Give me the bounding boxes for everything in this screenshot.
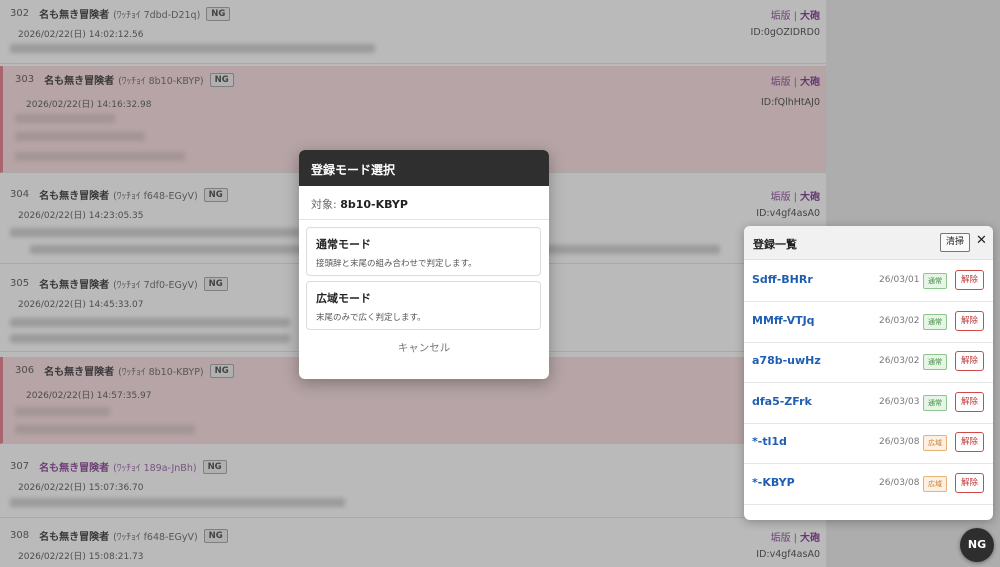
normal-mode-button[interactable]: 通常モード 接頭辞と末尾の組み合わせで判定します。	[306, 227, 541, 276]
entry-code[interactable]: Sdff-BHRr	[752, 273, 813, 286]
entry-date: 26/03/01	[879, 275, 920, 285]
wide-mode-title: 広域モード	[316, 292, 371, 305]
entry-code[interactable]: dfa5-ZFrk	[752, 395, 812, 408]
dialog-title: 登録モード選択	[299, 150, 549, 186]
registry-entry: *-tl1d 26/03/08 広域 解除	[744, 423, 993, 465]
entry-mode-badge: 通常	[923, 394, 947, 411]
remove-button[interactable]: 解除	[955, 432, 984, 453]
entry-code[interactable]: a78b-uwHz	[752, 354, 821, 367]
close-icon[interactable]: ✕	[976, 234, 987, 248]
registry-entry: MMff-VTJq 26/03/02 通常 解除	[744, 302, 993, 343]
entry-date: 26/03/02	[879, 315, 920, 326]
entry-code[interactable]: *-tl1d	[752, 435, 787, 448]
dialog-target: 対象: 8b10-KBYP	[299, 186, 549, 220]
entry-code[interactable]: *-KBYP	[752, 476, 795, 489]
entry-date: 26/03/03	[879, 396, 920, 407]
registry-panel: 登録一覧 清掃 ✕ Sdff-BHRr 26/03/01 通常 解除 MMff-VTJq…	[744, 226, 993, 520]
remove-button[interactable]: 解除	[955, 310, 984, 331]
remove-button[interactable]: 解除	[955, 270, 984, 290]
entry-mode-badge: 広域	[923, 435, 947, 452]
registry-entry: a78b-uwHz 26/03/02 通常 解除	[744, 342, 993, 384]
entry-mode-badge: 広域	[923, 476, 947, 492]
clean-button[interactable]: 清掃	[940, 233, 970, 252]
entry-mode-badge: 通常	[923, 354, 947, 371]
registry-entry: *-KBYP 26/03/08 広域 解除	[744, 464, 993, 505]
registry-entry: Sdff-BHRr 26/03/01 通常 解除	[744, 261, 993, 302]
register-mode-dialog: 登録モード選択 対象: 8b10-KBYP 通常モード 接頭辞と末尾の組み合わせ…	[299, 150, 549, 379]
normal-mode-description: 接頭辞と末尾の組み合わせで判定します。	[316, 259, 477, 269]
target-label: 対象:	[311, 198, 337, 211]
entry-mode-badge: 通常	[923, 313, 947, 330]
entry-date: 26/03/08	[879, 478, 920, 488]
target-value: 8b10-KBYP	[340, 198, 408, 211]
panel-header: 登録一覧 清掃 ✕	[744, 226, 993, 260]
remove-button[interactable]: 解除	[955, 391, 984, 412]
panel-title: 登録一覧	[753, 238, 797, 251]
ng-floating-button[interactable]: NG	[960, 528, 994, 562]
entry-date: 26/03/08	[879, 437, 920, 448]
entry-date: 26/03/02	[879, 356, 920, 367]
remove-button[interactable]: 解除	[955, 473, 984, 493]
wide-mode-button[interactable]: 広域モード 末尾のみで広く判定します。	[306, 281, 541, 330]
remove-button[interactable]: 解除	[955, 351, 984, 372]
entry-code[interactable]: MMff-VTJq	[752, 314, 815, 327]
wide-mode-description: 末尾のみで広く判定します。	[316, 313, 426, 323]
entry-mode-badge: 通常	[923, 273, 947, 289]
cancel-button[interactable]: キャンセル	[299, 340, 549, 355]
normal-mode-title: 通常モード	[316, 238, 371, 251]
registry-entry: dfa5-ZFrk 26/03/03 通常 解除	[744, 383, 993, 424]
